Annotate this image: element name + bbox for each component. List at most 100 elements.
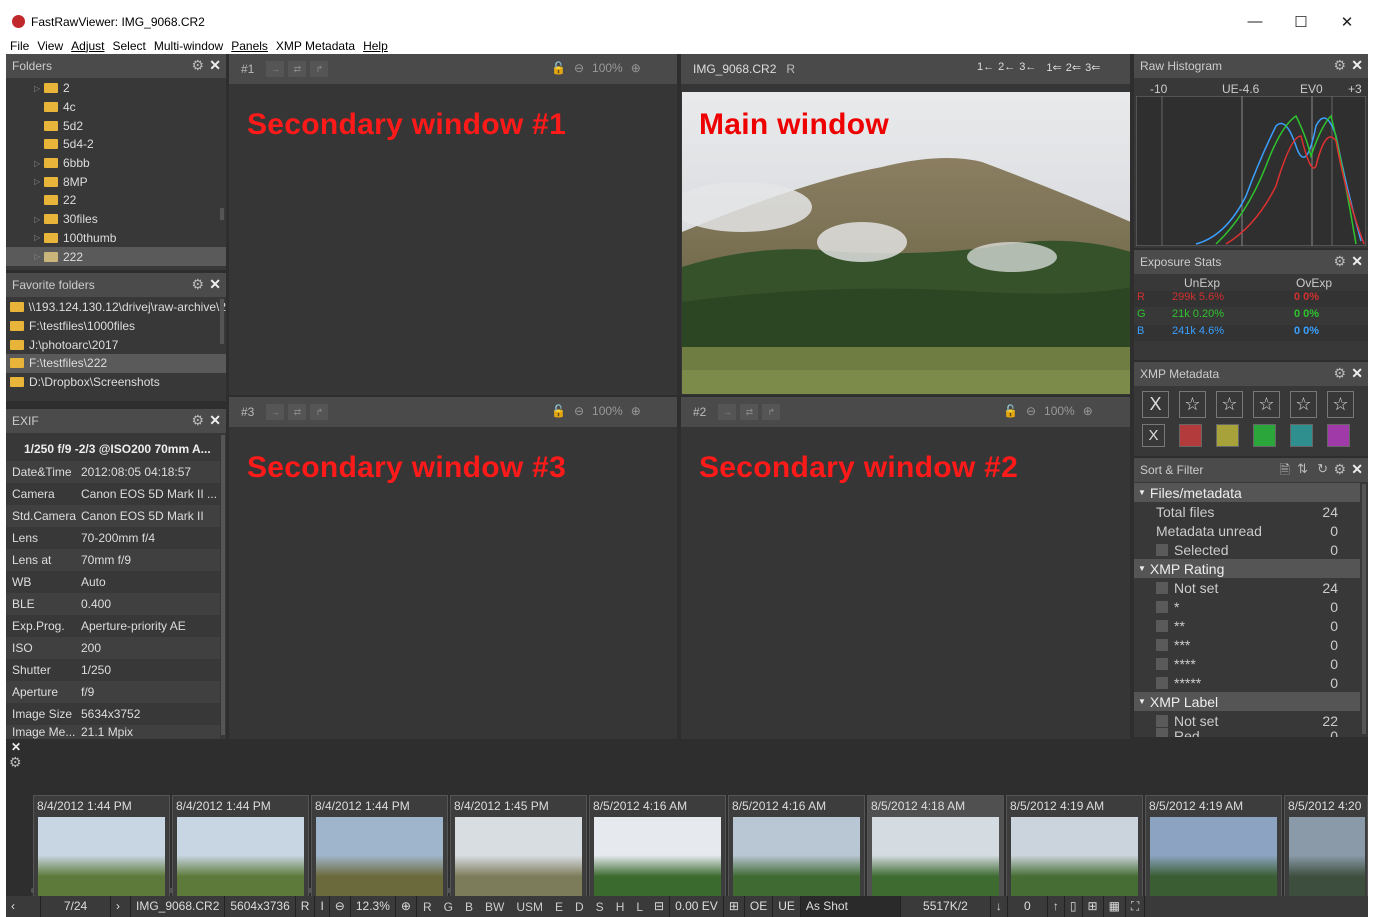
main-viewer-canvas[interactable]: Main window (681, 84, 1130, 395)
prev-button[interactable]: ‹ (6, 896, 41, 917)
menu-xmp-metadata[interactable]: XMP Metadata (276, 39, 355, 53)
sortfilter-scrollbar[interactable] (1362, 484, 1366, 734)
channel-r-button[interactable]: R (423, 900, 432, 914)
next-button[interactable]: › (111, 896, 131, 917)
link-icon[interactable]: ↱ (762, 404, 781, 420)
menu-multi-window[interactable]: Multi-window (154, 39, 223, 53)
filter-row[interactable]: ***** 0 (1134, 673, 1360, 692)
ev-minus-button[interactable]: ⊟ (649, 896, 671, 917)
maximize-button[interactable]: ☐ (1278, 6, 1324, 37)
close-icon[interactable]: ✕ (1351, 365, 1363, 382)
viewer-2-canvas[interactable]: Secondary window #2 (681, 427, 1130, 739)
expand-icon[interactable]: ▷ (34, 84, 44, 93)
zoom-out-icon[interactable]: ⊖ (330, 896, 351, 917)
sync-3-button[interactable]: 3⇐ (1085, 61, 1100, 74)
checkbox[interactable] (1156, 714, 1168, 727)
gear-icon[interactable]: ⚙ (1333, 253, 1346, 270)
favorite-item[interactable]: \\193.124.130.12\drivej\raw-archive\2 (10, 298, 226, 317)
filter-row[interactable]: Red 0 (1134, 728, 1360, 737)
thumbnail-grid-icon[interactable]: ▦ (1104, 896, 1126, 917)
expand-icon[interactable]: ▷ (34, 215, 44, 224)
zoom-in-icon[interactable]: ⊕ (1083, 404, 1093, 418)
fullscreen-icon[interactable]: ⛶ (1126, 896, 1146, 917)
zoom-out-icon[interactable]: ⊖ (574, 61, 584, 75)
arrow-right-icon[interactable]: → (266, 61, 285, 77)
close-icon[interactable]: ✕ (11, 740, 21, 754)
expand-icon[interactable]: ▷ (34, 233, 44, 242)
link-1-button[interactable]: 1← (977, 61, 994, 74)
gear-icon[interactable]: ⚙ (191, 412, 204, 429)
channel-g-button[interactable]: G (444, 900, 453, 914)
group-xmp-rating[interactable]: ▼ XMP Rating (1134, 559, 1360, 578)
highlights-button[interactable]: H (616, 900, 625, 914)
arrow-right-icon[interactable]: → (718, 404, 737, 420)
zoom-out-icon[interactable]: ⊖ (1026, 404, 1036, 418)
filter-row[interactable]: Not set 24 (1134, 578, 1360, 597)
filter-row[interactable]: Selected 0 (1134, 540, 1360, 559)
zoom-in-icon[interactable]: ⊕ (631, 404, 641, 418)
l-button[interactable]: L (636, 900, 643, 914)
gear-icon[interactable]: ⚙ (1333, 365, 1346, 382)
checkbox[interactable] (1156, 619, 1168, 632)
filter-row[interactable]: Total files 24 (1134, 502, 1360, 521)
sync-2-button[interactable]: 2⇐ (1066, 61, 1081, 74)
label-green-swatch[interactable] (1253, 424, 1276, 447)
filter-row[interactable]: Metadata unread 0 (1134, 521, 1360, 540)
folder-item[interactable]: ▷ 2 (34, 79, 226, 98)
menu-file[interactable]: File (10, 39, 29, 53)
expand-icon[interactable]: ▷ (34, 177, 44, 186)
sort-icon[interactable]: ⇅ (1297, 461, 1308, 477)
checkbox[interactable] (1156, 676, 1168, 689)
exif-scrollbar[interactable] (221, 435, 225, 735)
star-icon[interactable]: ☆ (1290, 391, 1317, 418)
gear-icon[interactable]: ⚙ (191, 57, 204, 74)
close-button[interactable]: ✕ (1324, 6, 1370, 37)
lock-icon[interactable]: 🔓 (551, 61, 566, 75)
layout-single-icon[interactable]: ▯ (1065, 896, 1083, 917)
checkbox[interactable] (1156, 638, 1168, 651)
zoom-out-icon[interactable]: ⊖ (574, 404, 584, 418)
lock-icon[interactable]: 🔓 (551, 404, 566, 418)
gear-icon[interactable]: ⚙ (1333, 461, 1346, 478)
gear-icon[interactable]: ⚙ (1333, 57, 1346, 74)
arrow-right-icon[interactable]: → (266, 404, 285, 420)
swap-icon[interactable]: ⇄ (288, 61, 307, 77)
close-icon[interactable]: ✕ (209, 276, 221, 293)
close-icon[interactable]: ✕ (1351, 253, 1363, 270)
ue-button[interactable]: UE (773, 896, 801, 917)
filter-row[interactable]: *** 0 (1134, 635, 1360, 654)
folder-item[interactable]: 22 (34, 191, 226, 210)
folders-scrollbar[interactable] (220, 208, 224, 220)
arrow-down-icon[interactable]: ↓ (991, 896, 1008, 917)
folder-item[interactable]: ▷ 30files (34, 210, 226, 229)
link-2-button[interactable]: 2← (998, 61, 1015, 74)
e-button[interactable]: E (555, 900, 563, 914)
channel-b-button[interactable]: B (465, 900, 473, 914)
expand-icon[interactable]: ▷ (34, 252, 44, 261)
checkbox[interactable] (1156, 581, 1168, 594)
folder-item[interactable]: ▷ 8MP (34, 172, 226, 191)
filter-row[interactable]: **** 0 (1134, 654, 1360, 673)
close-icon[interactable]: ✕ (1351, 461, 1363, 478)
close-icon[interactable]: ✕ (1351, 57, 1363, 74)
group-files-metadata[interactable]: ▼ Files/metadata (1134, 483, 1360, 502)
shadows-button[interactable]: S (596, 900, 604, 914)
link-icon[interactable]: ↱ (310, 61, 329, 77)
gear-icon[interactable]: ⚙ (9, 754, 22, 771)
viewer-3-canvas[interactable]: Secondary window #3 (229, 427, 677, 739)
star-icon[interactable]: ☆ (1216, 391, 1243, 418)
favorites-scrollbar[interactable] (220, 299, 224, 344)
viewer-1-canvas[interactable]: Secondary window #1 (229, 84, 677, 395)
swap-icon[interactable]: ⇄ (740, 404, 759, 420)
wb-select[interactable]: As Shot (800, 896, 901, 917)
star-icon[interactable]: ☆ (1327, 391, 1354, 418)
layout-grid-icon[interactable]: ⊞ (1083, 896, 1104, 917)
document-icon[interactable]: 🗎 (1280, 461, 1290, 483)
rating-clear-button[interactable]: X (1142, 391, 1169, 418)
zoom-in-icon[interactable]: ⊕ (631, 61, 641, 75)
filter-row[interactable]: ** 0 (1134, 616, 1360, 635)
checkbox[interactable] (1156, 600, 1168, 613)
menu-adjust[interactable]: Adjust (71, 39, 104, 53)
folder-item-selected[interactable]: ▷ 222 (6, 247, 226, 266)
link-icon[interactable]: ↱ (310, 404, 329, 420)
